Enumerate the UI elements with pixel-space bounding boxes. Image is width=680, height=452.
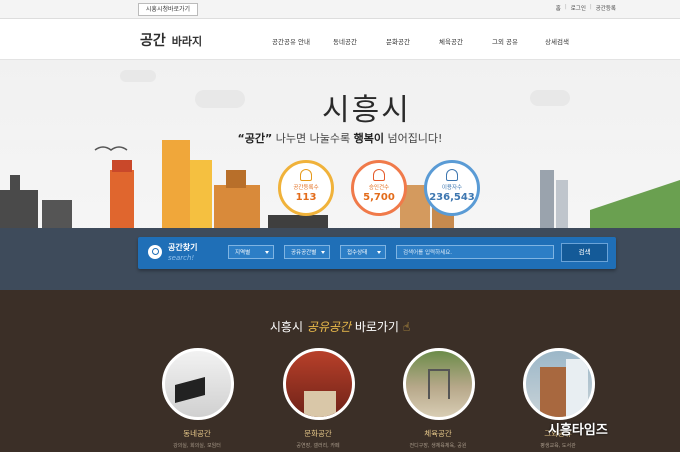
category-neighborhood[interactable]: 동네공간 강의실, 회의실, 모임터 bbox=[162, 348, 234, 449]
category-desc: 평생교육, 도서관 bbox=[540, 443, 576, 449]
login-link[interactable]: 로그인 bbox=[571, 4, 586, 12]
space-search-bar: 공간찾기 search! 지역별 공유공간별 접수상태 검색어를 입력하세요. … bbox=[138, 237, 616, 269]
header: 공간 바라지 공간공유 안내 동네공간 문화공간 체육공간 그외 공유 상세검색 bbox=[0, 19, 680, 60]
page: 시흥시청바로가기 홈 | 로그인 | 공간등록 공간 바라지 공간공유 안내 동네… bbox=[0, 0, 680, 452]
category-name: 문화공간 bbox=[304, 429, 332, 438]
status-select[interactable]: 접수상태 bbox=[340, 245, 386, 259]
cloud-decoration bbox=[530, 90, 570, 106]
category-photo bbox=[283, 348, 355, 420]
title-suffix: 바로가기 bbox=[354, 320, 399, 334]
house-icon bbox=[300, 169, 312, 181]
stat-label: 이용자수 bbox=[441, 185, 463, 191]
stat-users: 이용자수 236,543 bbox=[424, 160, 480, 216]
stat-approvals: 승인건수 5,700 bbox=[351, 160, 407, 216]
space-type-select[interactable]: 공유공간별 bbox=[284, 245, 330, 259]
category-sports[interactable]: 체육공간 전디구장, 생체육체육, 공원 bbox=[403, 348, 475, 449]
category-photo bbox=[403, 348, 475, 420]
nav-item-culture[interactable]: 문화공간 bbox=[386, 36, 410, 46]
keyword-input[interactable]: 검색어를 입력하세요. bbox=[396, 245, 554, 259]
category-name: 체육공간 bbox=[424, 429, 452, 438]
region-select[interactable]: 지역별 bbox=[228, 245, 274, 259]
cloud-decoration bbox=[120, 70, 156, 82]
search-title: 공간찾기 bbox=[168, 243, 198, 252]
users-icon bbox=[446, 169, 458, 181]
home-link[interactable]: 홈 bbox=[556, 4, 561, 12]
category-name: 동네공간 bbox=[183, 429, 211, 438]
stat-value: 5,700 bbox=[363, 192, 395, 203]
main-nav: 공간공유 안내 동네공간 문화공간 체육공간 그외 공유 상세검색 bbox=[0, 36, 680, 46]
check-icon bbox=[373, 169, 385, 181]
stat-value: 236,543 bbox=[429, 192, 475, 203]
nav-item-sports[interactable]: 체육공간 bbox=[439, 36, 463, 46]
category-desc: 전디구장, 생체육체육, 공원 bbox=[409, 443, 467, 449]
nav-item-other[interactable]: 그외 공유 bbox=[492, 36, 518, 46]
stat-label: 공간등록수 bbox=[293, 185, 319, 191]
category-photo bbox=[523, 348, 595, 420]
nav-item-neighborhood[interactable]: 동네공간 bbox=[333, 36, 357, 46]
category-photo bbox=[162, 348, 234, 420]
category-culture[interactable]: 문화공간 공연장, 갤러리, 카페 bbox=[283, 348, 355, 449]
top-utility-bar: 시흥시청바로가기 홈 | 로그인 | 공간등록 bbox=[0, 0, 680, 19]
stat-registered-spaces: 공간등록수 113 bbox=[278, 160, 334, 216]
register-space-link[interactable]: 공간등록 bbox=[596, 4, 616, 12]
stat-label: 승인건수 bbox=[368, 185, 390, 191]
news-watermark: 시흥타임즈 bbox=[548, 423, 608, 438]
space-shortcut-section: 시흥시 공유공간 바로가기 ☝ 동네공간 강의실, 회의실, 모임터 문화공간 … bbox=[0, 290, 680, 452]
search-icon bbox=[148, 245, 162, 259]
section-title: 시흥시 공유공간 바로가기 ☝ bbox=[0, 318, 680, 335]
category-desc: 강의실, 회의실, 모임터 bbox=[173, 443, 221, 449]
divider: | bbox=[564, 4, 567, 10]
title-highlight: 공유공간 bbox=[306, 320, 351, 334]
category-desc: 공연장, 갤러리, 카페 bbox=[296, 443, 340, 449]
stat-value: 113 bbox=[295, 192, 317, 203]
city-calligraphy-title: 시흥시 bbox=[322, 93, 411, 128]
nav-item-detail-search[interactable]: 상세검색 bbox=[545, 36, 569, 46]
search-button[interactable]: 검색 bbox=[561, 243, 608, 262]
pointer-hand-icon: ☝ bbox=[402, 320, 411, 334]
cloud-decoration bbox=[195, 90, 245, 108]
city-hall-link[interactable]: 시흥시청바로가기 bbox=[138, 3, 198, 16]
utility-links: 홈 | 로그인 | 공간등록 bbox=[556, 4, 616, 12]
search-subtitle: search! bbox=[168, 254, 195, 262]
divider: | bbox=[589, 4, 592, 10]
title-prefix: 시흥시 bbox=[269, 320, 303, 334]
nav-item-guide[interactable]: 공간공유 안내 bbox=[272, 36, 310, 46]
